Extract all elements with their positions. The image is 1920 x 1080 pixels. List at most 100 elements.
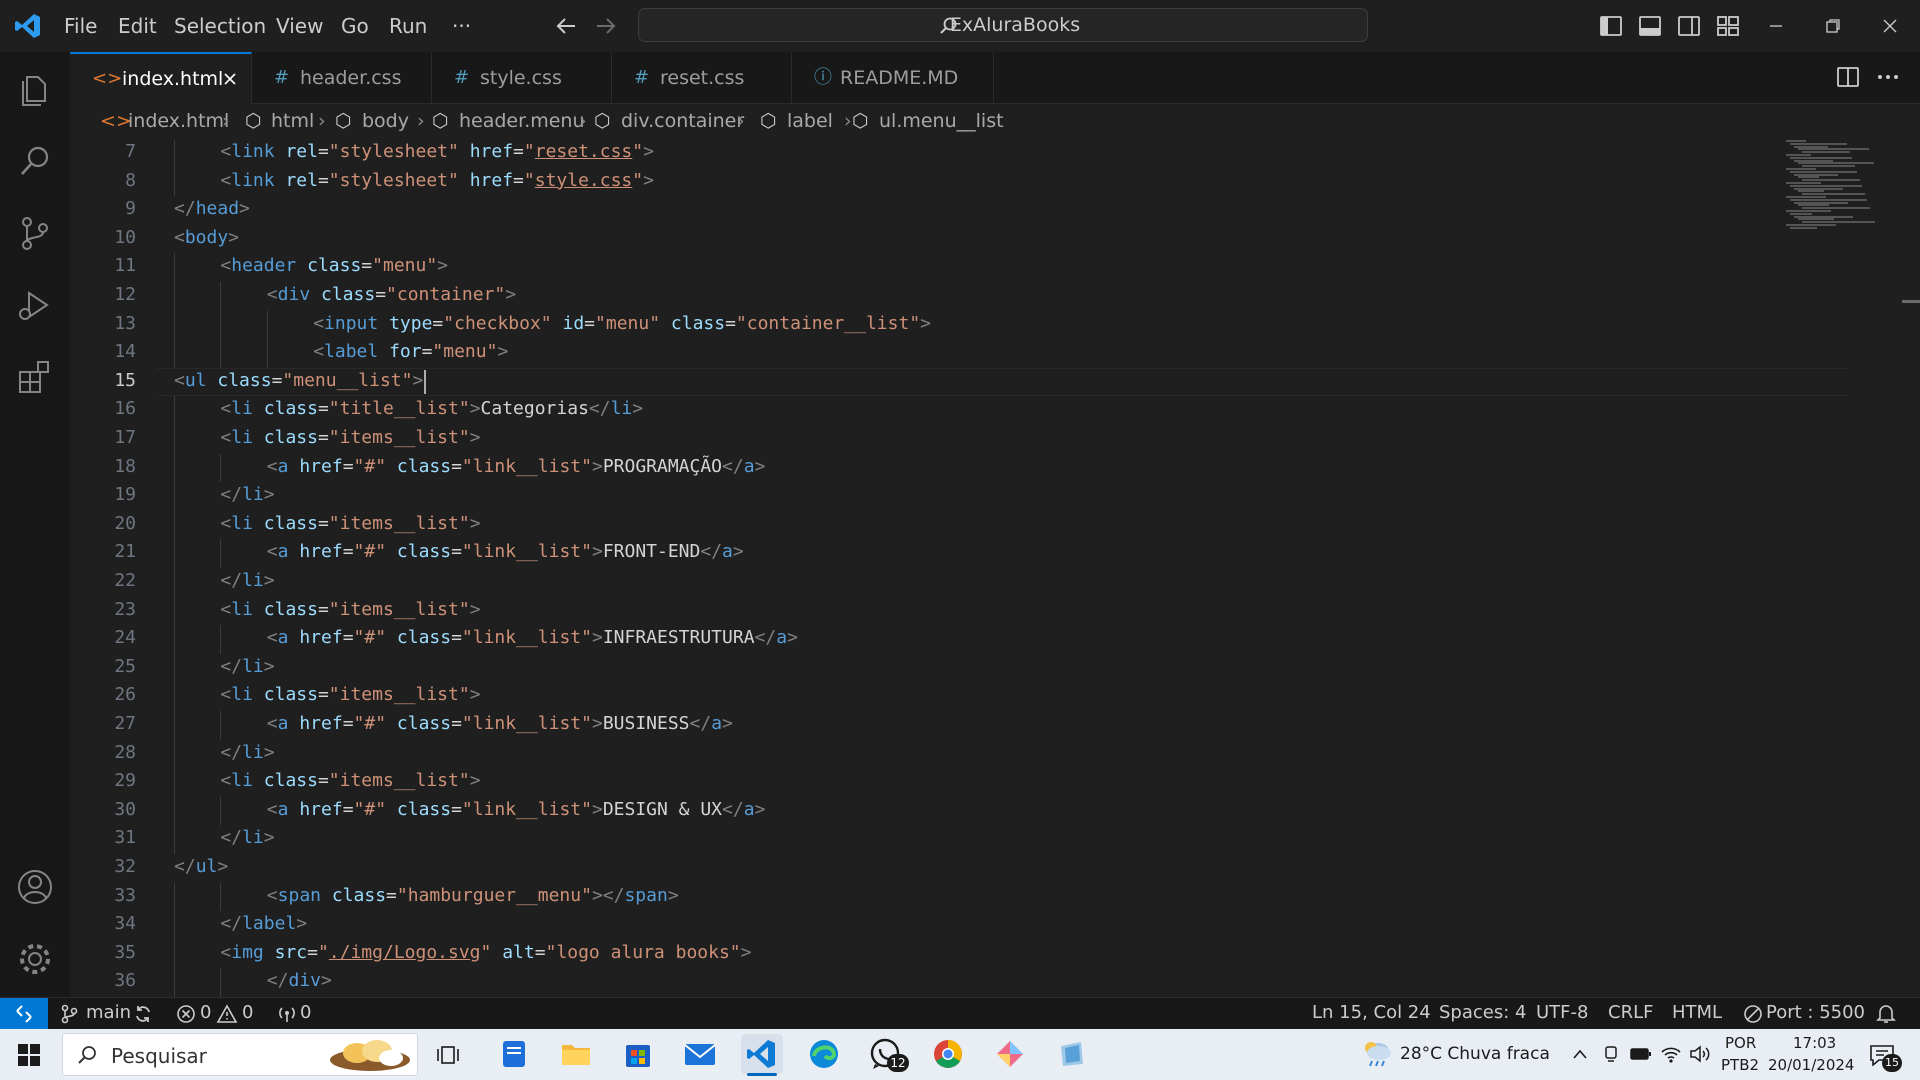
code-line[interactable]: </li> (220, 742, 274, 763)
weather-text[interactable]: 28°C Chuva fraca (1400, 1044, 1550, 1064)
code-line[interactable]: </label> (220, 913, 307, 934)
code-line[interactable]: <li class="items__list"> (220, 427, 480, 448)
taskbar-app-mail[interactable] (679, 1034, 721, 1074)
windows-start-icon[interactable] (18, 1044, 40, 1066)
taskbar-app-store[interactable] (617, 1034, 659, 1074)
taskbar-app-edge[interactable] (803, 1034, 845, 1074)
code-line[interactable]: <span class="hamburguer__menu"></span> (267, 885, 679, 906)
explorer-icon[interactable] (14, 68, 56, 110)
code-line[interactable]: <a href="#" class="link__list">INFRAESTR… (267, 627, 798, 648)
remote-indicator[interactable] (0, 998, 48, 1029)
code-line[interactable]: </li> (220, 484, 274, 505)
customize-layout-icon[interactable] (1715, 14, 1741, 38)
code-line[interactable]: <header class="menu"> (220, 255, 448, 276)
forward-arrow-icon[interactable] (595, 16, 617, 36)
cursor-position[interactable]: Ln 15, Col 24 (1312, 1002, 1431, 1023)
menu-more[interactable]: ··· (452, 0, 471, 52)
breadcrumb-body[interactable]: body (362, 110, 409, 132)
end-of-line[interactable]: CRLF (1608, 1002, 1653, 1023)
breadcrumb-ul-menu-list[interactable]: ul.menu__list (879, 110, 1004, 132)
tab-style-css[interactable]: # style.css (432, 52, 612, 104)
taskbar-app-chrome[interactable] (927, 1034, 969, 1074)
breadcrumb-header-menu[interactable]: header.menu (459, 110, 585, 132)
code-line[interactable]: <li class="items__list"> (220, 770, 480, 791)
breadcrumb-label[interactable]: label (787, 110, 833, 132)
taskbar-search-box[interactable]: Pesquisar (62, 1033, 418, 1076)
code-line[interactable]: <li class="items__list"> (220, 684, 480, 705)
code-line[interactable]: <input type="checkbox" id="menu" class="… (313, 313, 931, 334)
toggle-secondary-sidebar-icon[interactable] (1676, 14, 1702, 38)
tab-readme-md[interactable]: ⓘ README.MD (792, 52, 994, 104)
code-line[interactable]: <label for="menu"> (313, 341, 508, 362)
menu-file[interactable]: File (64, 0, 97, 52)
chevron-up-icon[interactable] (1572, 1047, 1588, 1061)
extensions-icon[interactable] (14, 356, 56, 398)
minimap[interactable] (1786, 140, 1886, 230)
search-icon[interactable] (14, 140, 56, 182)
menu-go[interactable]: Go (341, 0, 369, 52)
code-line[interactable]: <li class="items__list"> (220, 513, 480, 534)
notifications-bell-icon[interactable] (1876, 1003, 1896, 1025)
code-line[interactable]: </div> (267, 970, 332, 991)
volume-icon[interactable] (1688, 1044, 1712, 1064)
taskbar-app-vscode[interactable] (741, 1034, 783, 1076)
live-server-port[interactable]: Port : 5500 (1766, 1002, 1865, 1023)
tab-reset-css[interactable]: # reset.css (612, 52, 792, 104)
account-icon[interactable] (14, 866, 56, 908)
code-line[interactable]: <a href="#" class="link__list">BUSINESS<… (267, 713, 733, 734)
menu-selection[interactable]: Selection (174, 0, 266, 52)
clock-time[interactable]: 17:03 (1793, 1034, 1836, 1052)
run-debug-icon[interactable] (14, 284, 56, 326)
more-actions-icon[interactable] (1876, 66, 1900, 88)
code-line[interactable]: </li> (220, 827, 274, 848)
sync-icon[interactable] (133, 1004, 153, 1024)
menu-view[interactable]: View (276, 0, 323, 52)
settings-gear-icon[interactable] (14, 938, 56, 980)
weather-rain-icon[interactable] (1360, 1039, 1394, 1069)
wifi-icon[interactable] (1660, 1044, 1682, 1064)
code-line[interactable]: <a href="#" class="link__list">FRONT-END… (267, 541, 744, 562)
code-line[interactable]: <li class="title__list">Categorias</li> (220, 398, 643, 419)
warning-count[interactable]: 0 (242, 1002, 253, 1023)
code-line[interactable]: <ul class="menu__list"> (174, 370, 423, 391)
keyboard-lang[interactable]: POR (1725, 1034, 1756, 1052)
close-tab-icon[interactable] (222, 71, 238, 87)
task-view-icon[interactable] (436, 1043, 460, 1067)
command-center-search[interactable]: ExAluraBooks (638, 8, 1368, 42)
git-branch-name[interactable]: main (86, 1002, 131, 1023)
back-arrow-icon[interactable] (555, 16, 577, 36)
restore-icon[interactable] (1825, 18, 1841, 34)
code-line[interactable]: </li> (220, 570, 274, 591)
menu-run[interactable]: Run (389, 0, 427, 52)
code-line[interactable]: <link rel="stylesheet" href="style.css"> (220, 170, 654, 191)
tab-index-html[interactable]: <> index.html (70, 52, 252, 104)
code-line[interactable]: </li> (220, 656, 274, 677)
tab-header-css[interactable]: # header.css (252, 52, 432, 104)
code-line[interactable]: <link rel="stylesheet" href="reset.css"> (220, 141, 654, 162)
taskbar-app-notepad[interactable] (493, 1034, 535, 1074)
code-line[interactable]: <li class="items__list"> (220, 599, 480, 620)
battery-icon[interactable] (1630, 1046, 1652, 1062)
breadcrumb-html[interactable]: html (271, 110, 314, 132)
code-line[interactable]: <div class="container"> (267, 284, 516, 305)
taskbar-app-whatsapp[interactable]: 12 (865, 1034, 909, 1074)
breadcrumb-file[interactable]: index.html (128, 110, 229, 132)
split-editor-icon[interactable] (1836, 66, 1860, 88)
encoding[interactable]: UTF-8 (1536, 1002, 1588, 1023)
code-line[interactable]: <a href="#" class="link__list">PROGRAMAÇ… (267, 456, 766, 477)
code-line[interactable]: <img src="./img/Logo.svg" alt="logo alur… (220, 942, 751, 963)
minimize-icon[interactable] (1768, 18, 1784, 34)
clock-date[interactable]: 20/01/2024 (1768, 1056, 1854, 1074)
language-mode[interactable]: HTML (1672, 1002, 1722, 1023)
code-line[interactable]: </head> (174, 198, 250, 219)
close-window-icon[interactable] (1882, 18, 1898, 34)
toggle-primary-sidebar-icon[interactable] (1598, 14, 1624, 38)
breadcrumb-div-container[interactable]: div.container (621, 110, 744, 132)
code-line[interactable]: <body> (174, 227, 239, 248)
error-count[interactable]: 0 (200, 1002, 211, 1023)
taskbar-app-other[interactable] (1051, 1034, 1093, 1074)
source-control-icon[interactable] (14, 212, 56, 254)
device-icon[interactable] (1602, 1045, 1620, 1063)
indentation[interactable]: Spaces: 4 (1439, 1002, 1526, 1023)
taskbar-app-git-tool[interactable] (989, 1034, 1031, 1074)
